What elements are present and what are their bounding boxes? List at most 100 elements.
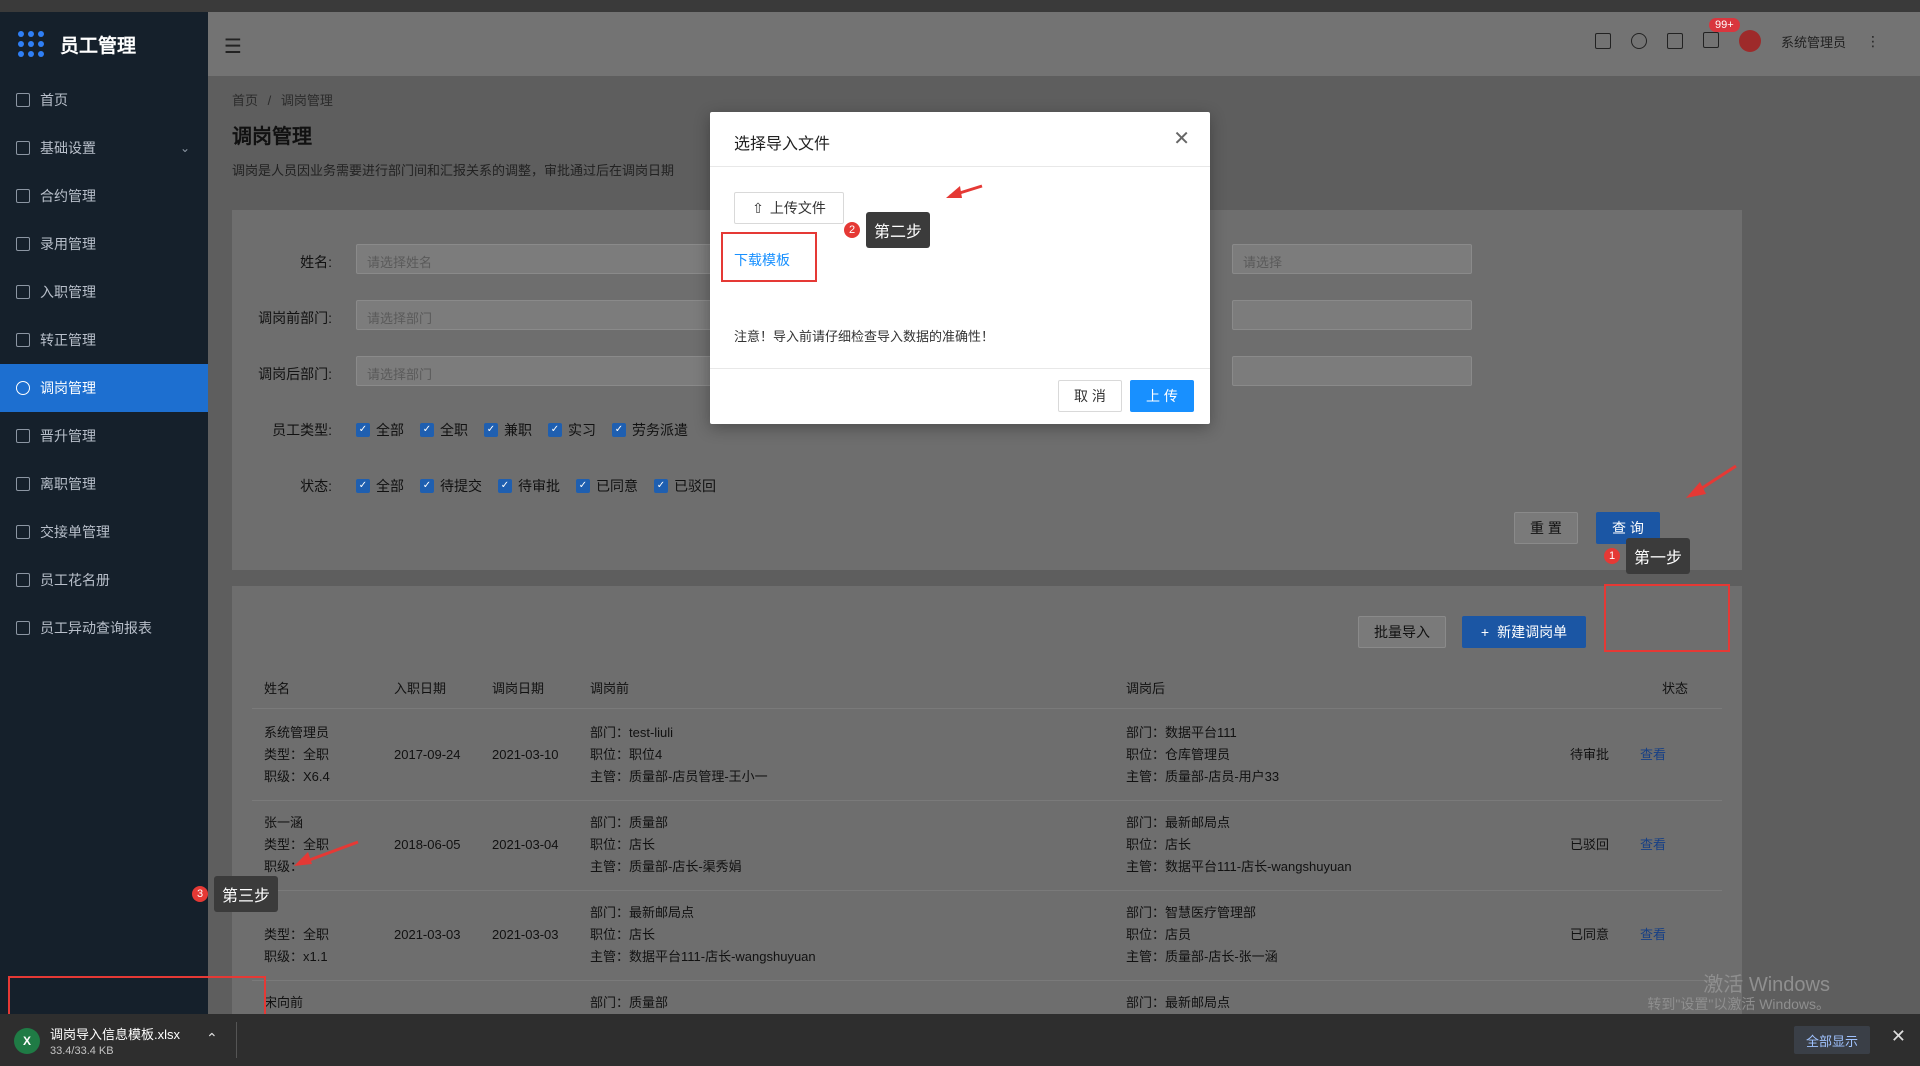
th-transfer-date[interactable]: 调岗日期 [492, 678, 544, 697]
checkbox-label: 全部 [376, 422, 404, 438]
dept-after-select-right[interactable] [1232, 356, 1472, 386]
chevron-up-icon[interactable]: ⌃ [206, 1030, 218, 1047]
upload-file-button[interactable]: ⇧ 上传文件 [734, 192, 844, 224]
checkbox-emp-type[interactable]: ✓ 全部 [356, 420, 404, 440]
sidebar-item-label: 基础设置 [40, 140, 96, 156]
sidebar-item-handover[interactable]: 交接单管理 [0, 508, 208, 556]
upload-icon: ⇧ [752, 199, 764, 216]
dept-after-select[interactable]: 请选择部门 [356, 356, 736, 386]
cancel-button[interactable]: 取 消 [1058, 380, 1122, 412]
check-icon: ✓ [356, 423, 370, 437]
before-position: 职位：店长 [590, 837, 656, 852]
step-number: 1 [1604, 548, 1620, 564]
sidebar-item-hiring[interactable]: 录用管理 [0, 220, 208, 268]
view-link[interactable]: 查看 [1640, 744, 1666, 766]
home-icon [16, 93, 30, 107]
upload-button[interactable]: 上 传 [1130, 380, 1194, 412]
show-all-button[interactable]: 全部显示 [1793, 1026, 1870, 1054]
home-icon[interactable] [1594, 33, 1611, 49]
date-input[interactable]: 请选择 [1232, 244, 1472, 274]
sidebar-item-resignation[interactable]: 离职管理 [0, 460, 208, 508]
table-row: 张一涵 类型：全职 职级： [264, 812, 329, 878]
highlight-download-template [721, 232, 817, 282]
sidebar-item-contract[interactable]: 合约管理 [0, 172, 208, 220]
settings-icon [16, 141, 30, 155]
cell-name: 宋向前 [264, 995, 304, 1010]
checkbox-status[interactable]: ✓ 全部 [356, 476, 404, 496]
status-label: 状态: [300, 478, 332, 494]
windows-watermark: 激活 Windows [1703, 974, 1830, 996]
download-item[interactable]: X 调岗导入信息模板.xlsx 33.4/33.4 KB [14, 1024, 180, 1057]
header-icons: 99+ 系统管理员 ⋮ [1594, 17, 1880, 52]
sidebar-item-label: 转正管理 [40, 332, 96, 348]
sidebar-item-basic-settings[interactable]: 基础设置 ⌄ [0, 124, 208, 172]
app-title: 员工管理 [60, 35, 137, 57]
user-icon [16, 381, 30, 395]
sidebar-item-label: 合约管理 [40, 188, 96, 204]
apps-grid-icon [18, 31, 44, 57]
check-icon: ✓ [498, 479, 512, 493]
import-notice: 注意！导入前请仔细检查导入数据的准确性！ [734, 329, 995, 344]
after-dept: 部门：数据平台111 [1126, 725, 1237, 740]
th-join-date[interactable]: 入职日期 [394, 678, 446, 697]
cell-transfer-date: 2021-03-10 [492, 747, 559, 762]
checkbox-status[interactable]: ✓ 已驳回 [654, 476, 716, 496]
checkbox-emp-type[interactable]: ✓ 实习 [548, 420, 596, 440]
sidebar-item-promotion[interactable]: 晋升管理 [0, 412, 208, 460]
check-icon: ✓ [654, 479, 668, 493]
dept-before-select-right[interactable] [1232, 300, 1472, 330]
dept-before-select[interactable]: 请选择部门 [356, 300, 736, 330]
name-input[interactable]: 请选择姓名 [356, 244, 736, 274]
cell-join-date: 2021-03-03 [394, 927, 461, 942]
checkbox-emp-type[interactable]: ✓ 劳务派遣 [612, 420, 688, 440]
view-link[interactable]: 查看 [1640, 924, 1666, 946]
breadcrumb-home[interactable]: 首页 [232, 93, 258, 108]
button-label: 上传文件 [769, 200, 826, 216]
sidebar-item-label: 调岗管理 [40, 380, 96, 396]
cell-level: 职级： [264, 859, 304, 874]
menu-collapse-icon[interactable]: ☰ [224, 34, 242, 59]
apps-icon[interactable] [1666, 33, 1683, 49]
checkbox-emp-type[interactable]: ✓ 兼职 [484, 420, 532, 440]
header: ☰ 99+ 系统管理员 ⋮ [208, 12, 1920, 76]
help-icon[interactable] [1630, 33, 1647, 49]
close-icon[interactable]: ✕ [1173, 126, 1190, 151]
checkbox-label: 劳务派遣 [632, 422, 688, 438]
close-icon[interactable]: ✕ [1891, 1026, 1906, 1047]
cell-before: 部门：test-liuli 职位：职位4 主管：质量部-店员管理-王小一 [590, 722, 768, 788]
sidebar-item-roster[interactable]: 员工花名册 [0, 556, 208, 604]
check-icon: ✓ [576, 479, 590, 493]
checkbox-status[interactable]: ✓ 已同意 [576, 476, 638, 496]
sidebar-item-home[interactable]: 首页 [0, 76, 208, 124]
new-transfer-button[interactable]: + 新建调岗单 [1462, 616, 1586, 648]
sidebar-item-change-report[interactable]: 员工异动查询报表 [0, 604, 208, 652]
check-icon: ✓ [548, 423, 562, 437]
cell-type: 类型：全职 [264, 837, 330, 852]
notification-bell[interactable]: 99+ [1702, 17, 1740, 51]
sidebar-item-transfer[interactable]: 调岗管理 [0, 364, 208, 412]
onboarding-icon [16, 285, 30, 299]
sidebar-item-label: 员工异动查询报表 [40, 620, 152, 636]
checkbox-status[interactable]: ✓ 待审批 [498, 476, 560, 496]
checkbox-status[interactable]: ✓ 待提交 [420, 476, 482, 496]
username[interactable]: 系统管理员 [1781, 32, 1846, 51]
after-dept: 部门：最新邮局点 [1126, 815, 1231, 830]
reset-button[interactable]: 重 置 [1514, 512, 1578, 544]
view-link[interactable]: 查看 [1640, 834, 1666, 856]
cell-join-date: 2018-06-05 [394, 837, 461, 852]
before-dept: 部门：质量部 [590, 995, 669, 1010]
avatar[interactable] [1738, 30, 1761, 52]
emp-type-label: 员工类型: [272, 422, 332, 438]
batch-import-button[interactable]: 批量导入 [1358, 616, 1446, 648]
step-1-tooltip: 1 第一步 [1604, 538, 1691, 574]
sidebar-item-regularization[interactable]: 转正管理 [0, 316, 208, 364]
download-bar: X 调岗导入信息模板.xlsx 33.4/33.4 KB ⌃ 全部显示 ✕ [0, 1014, 1920, 1066]
sidebar-item-label: 录用管理 [40, 236, 96, 252]
check-icon: ✓ [420, 423, 434, 437]
step-number: 2 [844, 222, 860, 238]
checkbox-emp-type[interactable]: ✓ 全职 [420, 420, 468, 440]
sidebar-item-label: 离职管理 [40, 476, 96, 492]
sidebar-item-onboarding[interactable]: 入职管理 [0, 268, 208, 316]
before-dept: 部门：test-liuli [590, 725, 674, 740]
more-vertical-icon[interactable]: ⋮ [1866, 33, 1880, 50]
